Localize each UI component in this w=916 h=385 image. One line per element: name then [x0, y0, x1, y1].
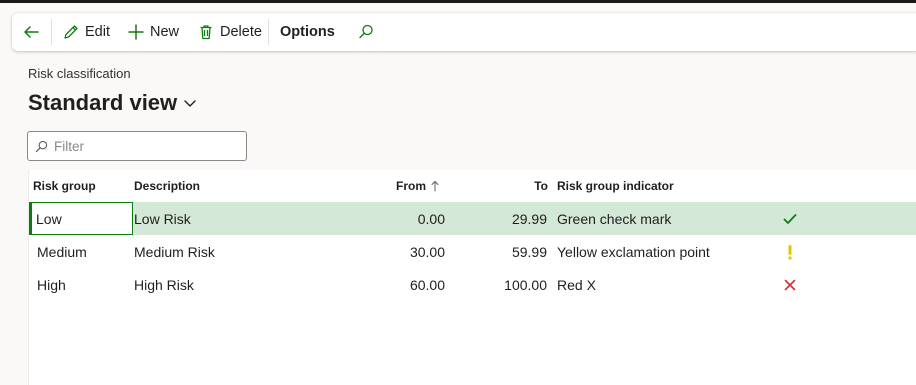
column-header-risk-group-indicator[interactable]: Risk group indicator: [557, 170, 674, 202]
to-cell[interactable]: 29.99: [449, 202, 547, 235]
window-top-border: [0, 0, 916, 3]
arrow-left-icon: [22, 23, 40, 41]
column-header-description[interactable]: Description: [134, 170, 200, 202]
from-cell[interactable]: 0.00: [329, 202, 445, 235]
description-cell[interactable]: High Risk: [134, 268, 194, 301]
toolbar-divider: [51, 19, 52, 45]
risk-group-cell[interactable]: High: [37, 268, 66, 301]
plus-icon: [127, 23, 145, 41]
check-mark-icon: [782, 202, 798, 235]
new-label: New: [150, 24, 180, 40]
options-label: Options: [280, 24, 335, 40]
x-mark-icon: [782, 268, 798, 301]
description-cell[interactable]: Low Risk: [134, 202, 191, 235]
to-cell[interactable]: 59.99: [449, 235, 547, 268]
edit-label: Edit: [85, 24, 110, 40]
back-button[interactable]: [22, 13, 40, 51]
toolbar-divider: [268, 19, 269, 45]
to-cell[interactable]: 100.00: [449, 268, 547, 301]
column-header-to[interactable]: To: [449, 170, 548, 202]
search-icon: [357, 23, 375, 41]
column-header-from-label: From: [396, 179, 426, 193]
edit-button[interactable]: Edit: [62, 13, 110, 51]
breadcrumb: Risk classification: [28, 66, 131, 81]
exclamation-icon: [782, 235, 798, 268]
table-row[interactable]: High High Risk 60.00 100.00 Red X: [29, 268, 916, 301]
delete-button[interactable]: Delete: [197, 13, 262, 51]
description-cell[interactable]: Medium Risk: [134, 235, 215, 268]
from-cell[interactable]: 60.00: [329, 268, 445, 301]
from-cell[interactable]: 30.00: [329, 235, 445, 268]
sort-ascending-icon: [431, 180, 439, 192]
page-title: Standard view: [28, 90, 178, 115]
delete-label: Delete: [220, 24, 262, 40]
column-header-from[interactable]: From: [369, 170, 439, 202]
pencil-icon: [62, 23, 80, 41]
indicator-cell[interactable]: Green check mark: [557, 202, 671, 235]
column-header-risk-group[interactable]: Risk group: [33, 170, 96, 202]
action-pane: Edit New Delete Options: [12, 13, 916, 51]
grid-header: Risk group Description From To Risk grou…: [29, 170, 916, 202]
risk-group-grid: Risk group Description From To Risk grou…: [28, 170, 916, 385]
table-row[interactable]: Low Low Risk 0.00 29.99 Green check mark: [29, 202, 916, 235]
view-selector[interactable]: Standard view: [28, 90, 197, 116]
indicator-cell[interactable]: Yellow exclamation point: [557, 235, 710, 268]
risk-group-cell[interactable]: Medium: [37, 235, 87, 268]
trash-icon: [197, 23, 215, 41]
indicator-cell[interactable]: Red X: [557, 268, 596, 301]
search-button[interactable]: [357, 13, 375, 51]
new-button[interactable]: New: [127, 13, 179, 51]
chevron-down-icon: [183, 98, 197, 108]
search-icon: [35, 140, 48, 153]
filter-input[interactable]: [54, 138, 234, 154]
filter-field[interactable]: [27, 131, 247, 161]
options-button[interactable]: Options: [280, 13, 335, 51]
table-row[interactable]: Medium Medium Risk 30.00 59.99 Yellow ex…: [29, 235, 916, 268]
risk-group-cell[interactable]: Low: [31, 202, 133, 235]
